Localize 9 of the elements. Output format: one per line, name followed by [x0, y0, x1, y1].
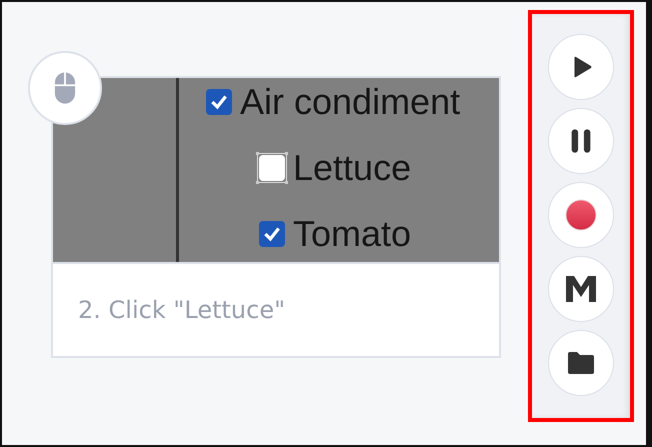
- record-icon: [565, 199, 597, 231]
- logo: [565, 275, 597, 303]
- checkbox[interactable]: [206, 89, 232, 115]
- checkbox-label: Lettuce: [293, 148, 412, 188]
- folder-icon: [567, 351, 595, 375]
- step-caption: 2. Click "Lettuce": [78, 296, 286, 324]
- checkbox[interactable]: [259, 221, 285, 247]
- checkbox-label: Tomato: [293, 214, 412, 254]
- checkbox-label: Air condiment: [240, 82, 460, 122]
